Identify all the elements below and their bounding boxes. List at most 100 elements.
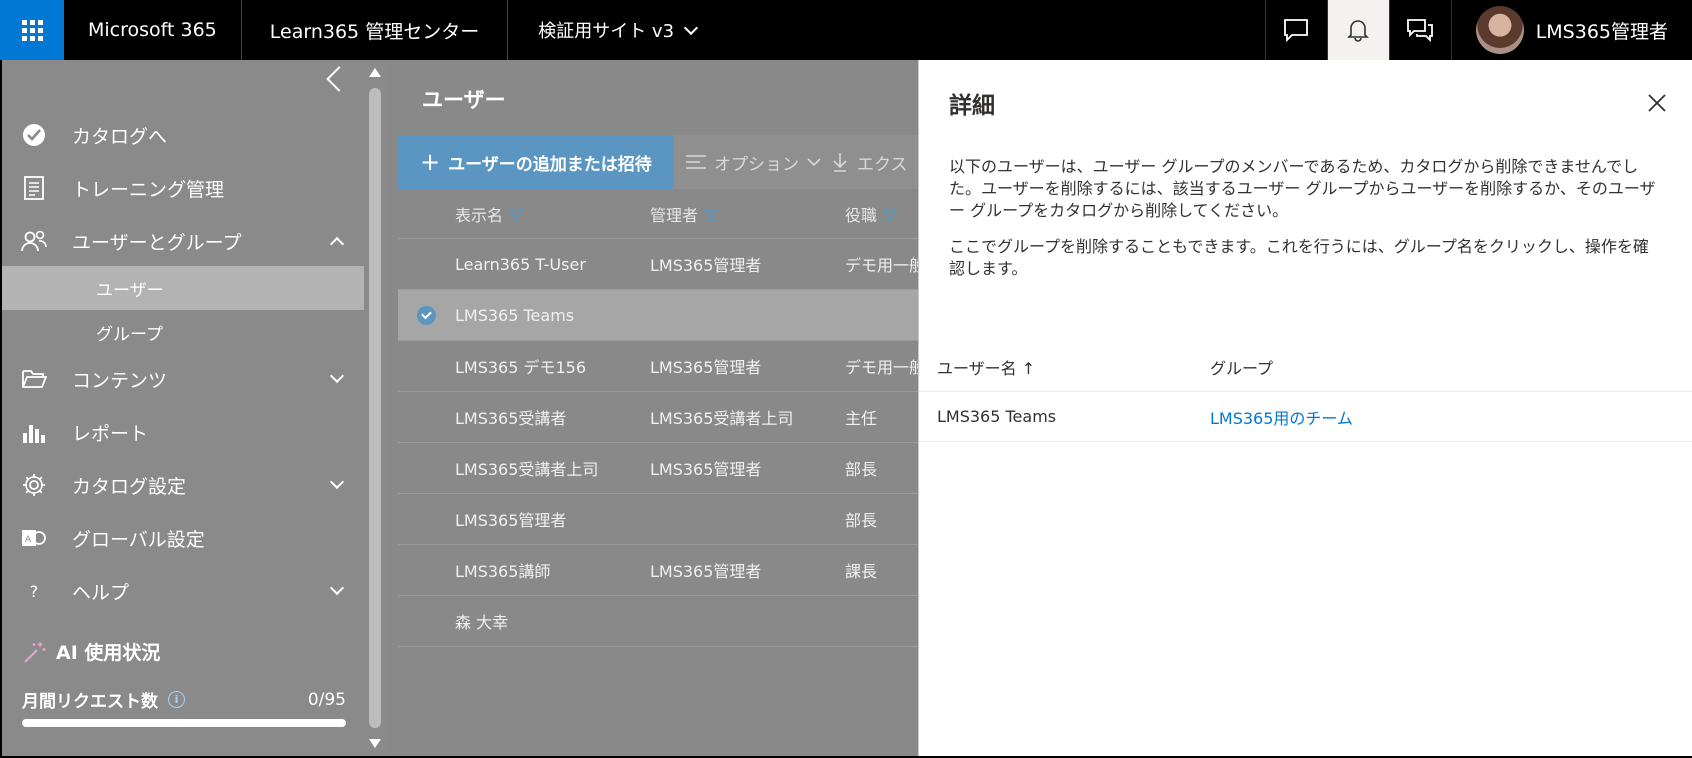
brand-name[interactable]: Microsoft 365 [64,0,242,60]
catalog-check-icon [20,123,48,147]
group-table-row: LMS365 Teams LMS365用のチーム [919,392,1692,442]
nav-item-catalog-settings[interactable]: カタログ設定 [2,463,364,507]
ai-usage-title: AI 使用状況 [22,638,160,665]
folder-open-icon [20,368,48,390]
global-settings-icon: A [20,526,48,550]
nav-item-label: レポート [72,422,149,445]
nav-item-label: カタログ設定 [72,475,187,498]
left-navigation: カタログへ トレーニング管理 ユーザーとグループ ユーザー グループ コンテンツ… [2,60,364,756]
chat-button[interactable] [1264,0,1327,60]
group-table-header: ユーザー名 ↑ グループ [919,342,1692,392]
download-arrow-icon [833,153,847,172]
site-title[interactable]: Learn365 管理センター [242,0,509,60]
chevron-down-icon [329,474,345,490]
ai-usage-label: AI 使用状況 [56,642,161,664]
site-selector-label: 検証用サイト v3 [538,21,675,42]
add-user-label: ユーザーの追加または招待 [448,154,652,175]
nav-item-users-groups[interactable]: ユーザーとグループ [2,219,364,263]
table-row-selected[interactable]: LMS365 Teams [398,290,918,341]
nav-item-reports[interactable]: レポート [2,410,364,454]
plus-icon: + [420,148,441,176]
nav-item-global-settings[interactable]: A グローバル設定 [2,516,364,560]
page-title: ユーザー [422,88,506,112]
monthly-requests-count: 0/95 [307,689,346,710]
nav-item-label: コンテンツ [72,369,168,392]
close-icon[interactable] [1646,92,1668,114]
chevron-down-icon [329,368,345,384]
feedback-icon [1407,19,1434,42]
details-panel: 詳細 以下のユーザーは、ユーザー グループのメンバーであるため、カタログから削除… [918,60,1692,756]
nav-item-label: グローバル設定 [72,528,205,551]
gear-icon [20,473,48,497]
table-row[interactable]: LMS365管理者 部長 [398,494,918,545]
help-icon: ? [29,581,39,601]
scroll-up-arrow-icon[interactable] [369,68,381,77]
site-selector[interactable]: 検証用サイト v3 [508,0,726,60]
feedback-button[interactable] [1388,0,1451,60]
monthly-requests-row: 月間リクエスト数 i 0/95 [22,687,346,713]
command-bar: + ユーザーの追加または招待 オプション エクス [398,135,918,189]
scroll-down-arrow-icon[interactable] [369,739,381,748]
table-row[interactable]: LMS365受講者 LMS365受講者上司 主任 [398,392,918,443]
chevron-down-icon [807,158,821,167]
collapse-nav-button[interactable] [326,66,352,92]
avatar [1475,6,1524,54]
info-icon[interactable]: i [168,691,185,708]
people-icon [20,229,48,253]
row-user-name: LMS365 Teams [937,407,1057,426]
user-name: LMS365管理者 [1535,20,1668,43]
table-header: 表示名 管理者 役職 [398,189,918,239]
table-row[interactable]: LMS365 デモ156 LMS365管理者 デモ用一般 [398,341,918,392]
column-user-name[interactable]: ユーザー名 ↑ [919,355,1210,379]
monthly-requests-label: 月間リクエスト数 [22,692,158,712]
group-link[interactable]: LMS365用のチーム [1210,409,1353,428]
column-manager[interactable]: 管理者 [650,202,845,226]
monthly-requests-progress [22,719,346,727]
filter-icon[interactable] [704,210,719,222]
chevron-down-icon [683,20,699,35]
column-group[interactable]: グループ [1210,355,1690,379]
panel-message-secondary: ここでグループを削除することもできます。これを行うには、グループ名をクリックし、… [949,237,1649,278]
nav-item-content[interactable]: コンテンツ [2,357,364,401]
filter-icon[interactable] [509,210,524,222]
top-bar: Microsoft 365 Learn365 管理センター 検証用サイト v3 … [0,0,1692,60]
waffle-icon [21,19,43,41]
table-row[interactable]: LMS365講師 LMS365管理者 課長 [398,545,918,596]
options-label: オプション [714,154,799,175]
table-row[interactable]: 森 大幸 [398,596,918,647]
panel-message-primary: 以下のユーザーは、ユーザー グループのメンバーであるため、カタログから削除できま… [949,157,1656,220]
filter-icon[interactable] [883,210,898,222]
nav-item-label: ヘルプ [72,581,130,604]
nav-item-training[interactable]: トレーニング管理 [2,166,364,210]
sidebar-item-users[interactable]: ユーザー [2,266,364,310]
nav-item-label: トレーニング管理 [72,178,225,201]
add-user-button[interactable]: + ユーザーの追加または招待 [398,135,674,189]
row-checkmark-icon[interactable] [417,305,436,325]
notifications-button[interactable] [1326,0,1389,60]
options-lines-icon [686,155,706,169]
nav-item-label: カタログへ [72,125,168,148]
chevron-up-icon [329,236,345,252]
export-label: エクス [857,154,908,175]
training-document-icon [20,176,48,200]
export-button[interactable]: エクス [833,150,908,175]
bar-chart-icon [20,421,48,443]
users-page: ユーザー + ユーザーの追加または招待 オプション エクス 表示名 管理者 役職… [386,60,918,756]
table-row[interactable]: Learn365 T-User LMS365管理者 デモ用一般 [398,239,918,290]
svg-text:A: A [25,535,32,545]
nav-item-help[interactable]: ? ヘルプ [2,569,364,613]
nav-scrollbar[interactable] [364,60,386,756]
chevron-down-icon [329,580,345,596]
column-display-name[interactable]: 表示名 [455,202,650,226]
options-button[interactable]: オプション [686,150,821,175]
column-title[interactable]: 役職 [845,202,918,226]
nav-item-catalog[interactable]: カタログへ [2,113,364,157]
bell-icon [1347,20,1370,42]
table-row[interactable]: LMS365受講者上司 LMS365管理者 部長 [398,443,918,494]
nav-item-label: ユーザーとグループ [72,231,242,254]
scrollbar-thumb[interactable] [369,88,381,728]
user-menu[interactable]: LMS365管理者 [1450,0,1692,60]
app-launcher-button[interactable] [0,0,64,60]
sidebar-item-groups[interactable]: グループ [2,310,364,354]
panel-title: 詳細 [949,93,995,119]
